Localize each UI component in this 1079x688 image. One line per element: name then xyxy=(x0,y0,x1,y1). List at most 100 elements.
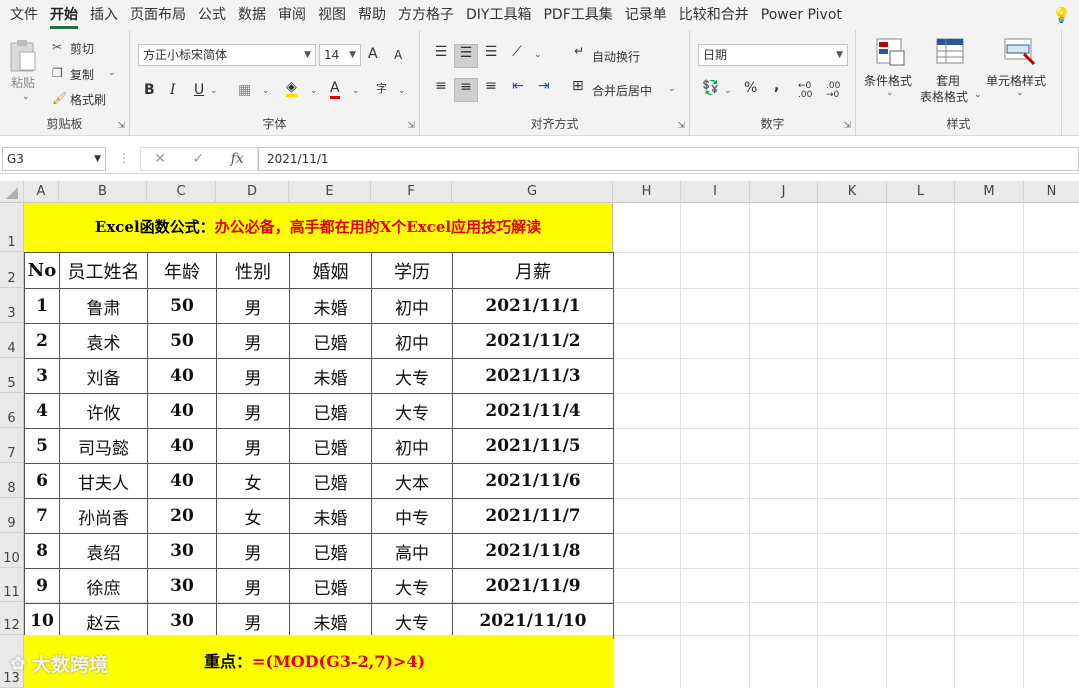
col-header-c[interactable]: C xyxy=(147,181,216,203)
col-header-k[interactable]: K xyxy=(818,181,887,203)
wrap-text-button[interactable]: 自动换行 xyxy=(592,48,640,65)
col-header-g[interactable]: G xyxy=(452,181,613,203)
cell-styles-button[interactable]: 单元格样式 xyxy=(986,72,1046,89)
menu-file[interactable]: 文件 xyxy=(4,0,44,30)
number-format-select[interactable]: 日期 ▼ xyxy=(698,44,848,66)
cell-styles-dropdown-icon[interactable]: ⌄ xyxy=(1016,88,1024,98)
align-center-icon[interactable]: ≡ xyxy=(454,78,478,102)
header-cell[interactable]: No xyxy=(24,252,60,289)
header-cell[interactable]: 年龄 xyxy=(147,252,217,289)
cell-marital[interactable]: 已婚 xyxy=(289,393,372,429)
cell-no[interactable]: 7 xyxy=(24,498,60,534)
cell-gender[interactable]: 女 xyxy=(216,498,290,534)
col-header-m[interactable]: M xyxy=(955,181,1024,203)
col-header-j[interactable]: J xyxy=(750,181,818,203)
decrease-indent-icon[interactable]: ⇤ xyxy=(512,78,524,94)
cell-gender[interactable]: 男 xyxy=(216,533,290,569)
cell-salary-date[interactable]: 2021/11/2 xyxy=(452,323,614,359)
header-cell[interactable]: 性别 xyxy=(216,252,290,289)
cell-styles-icon[interactable] xyxy=(1004,38,1036,69)
table-format-line1[interactable]: 套用 xyxy=(936,72,960,89)
cell-gender[interactable]: 女 xyxy=(216,463,290,499)
cell-education[interactable]: 初中 xyxy=(371,288,453,324)
cell-gender[interactable]: 男 xyxy=(216,288,290,324)
cell-age[interactable]: 40 xyxy=(147,393,217,429)
menu-pdf-tools[interactable]: PDF工具集 xyxy=(537,0,618,30)
cell-education[interactable]: 大专 xyxy=(371,603,453,639)
cell-gender[interactable]: 男 xyxy=(216,393,290,429)
align-bottom-icon[interactable]: ☰ xyxy=(480,44,502,66)
cell-name[interactable]: 袁术 xyxy=(59,323,148,359)
cell-no[interactable]: 1 xyxy=(24,288,60,324)
font-name-select[interactable]: 方正小标宋简体 ▼ xyxy=(138,44,316,66)
row-header-11[interactable]: 11 xyxy=(0,568,24,602)
format-painter-button[interactable]: 格式刷 xyxy=(70,91,106,108)
cell-age[interactable]: 40 xyxy=(147,428,217,464)
cell-salary-date[interactable]: 2021/11/9 xyxy=(452,568,614,604)
row-header-9[interactable]: 9 xyxy=(0,498,24,533)
header-cell[interactable]: 学历 xyxy=(371,252,453,289)
cell-name[interactable]: 鲁肃 xyxy=(59,288,148,324)
orientation-icon[interactable]: ⟋ xyxy=(512,44,522,60)
lightbulb-icon[interactable]: 💡 xyxy=(1052,6,1071,24)
cell-name[interactable]: 刘备 xyxy=(59,358,148,394)
menu-view[interactable]: 视图 xyxy=(312,0,352,30)
orientation-dropdown-icon[interactable]: ⌄ xyxy=(534,50,542,60)
align-top-icon[interactable]: ☰ xyxy=(430,44,452,66)
cell-gender[interactable]: 男 xyxy=(216,428,290,464)
cell-marital[interactable]: 未婚 xyxy=(289,358,372,394)
alignment-launcher-icon[interactable]: ⇲ xyxy=(677,121,685,131)
cell-education[interactable]: 高中 xyxy=(371,533,453,569)
menu-help[interactable]: 帮助 xyxy=(352,0,392,30)
conditional-format-icon[interactable] xyxy=(876,38,906,69)
underline-button[interactable]: U xyxy=(194,82,204,98)
accounting-dropdown-icon[interactable]: ⌄ xyxy=(724,86,732,96)
font-color-dropdown-icon[interactable]: ⌄ xyxy=(352,86,360,96)
cell-marital[interactable]: 未婚 xyxy=(289,603,372,639)
header-cell[interactable]: 月薪 xyxy=(452,252,614,289)
font-color-button[interactable]: A xyxy=(330,80,340,99)
cell-age[interactable]: 50 xyxy=(147,288,217,324)
cell-no[interactable]: 6 xyxy=(24,463,60,499)
select-all-corner[interactable] xyxy=(0,181,24,203)
phonetic-dropdown-icon[interactable]: ⌄ xyxy=(398,86,406,96)
formula-note-cell[interactable]: 重点：=(MOD(G3-2,7)>4) xyxy=(24,635,613,688)
grow-font-button[interactable]: A xyxy=(368,46,378,62)
insert-function-button[interactable]: fx xyxy=(231,151,244,167)
cell-marital[interactable]: 未婚 xyxy=(289,288,372,324)
cell-name[interactable]: 赵云 xyxy=(59,603,148,639)
col-header-f[interactable]: F xyxy=(371,181,452,203)
row-header-6[interactable]: 6 xyxy=(0,393,24,428)
cell-salary-date[interactable]: 2021/11/4 xyxy=(452,393,614,429)
menu-page-layout[interactable]: 页面布局 xyxy=(124,0,192,30)
menu-ffgz[interactable]: 方方格子 xyxy=(392,0,460,30)
cell-education[interactable]: 大专 xyxy=(371,393,453,429)
table-format-icon[interactable] xyxy=(936,38,966,69)
title-cell[interactable]: Excel函数公式：办公必备，高手都在用的X个Excel应用技巧解读 xyxy=(24,203,613,252)
cell-no[interactable]: 8 xyxy=(24,533,60,569)
cell-name[interactable]: 袁绍 xyxy=(59,533,148,569)
cell-gender[interactable]: 男 xyxy=(216,358,290,394)
cell-age[interactable]: 20 xyxy=(147,498,217,534)
cut-button[interactable]: 剪切 xyxy=(70,40,94,57)
row-header-10[interactable]: 10 xyxy=(0,533,24,568)
menu-power-pivot[interactable]: Power Pivot xyxy=(755,0,848,30)
align-right-icon[interactable]: ≡ xyxy=(480,78,502,100)
more-options-icon[interactable]: ⋮ xyxy=(118,151,130,165)
conditional-format-button[interactable]: 条件格式 xyxy=(864,72,912,89)
accounting-format-icon[interactable]: 💱 xyxy=(702,80,719,96)
cell-salary-date[interactable]: 2021/11/5 xyxy=(452,428,614,464)
bold-button[interactable]: B xyxy=(144,82,155,98)
col-header-h[interactable]: H xyxy=(613,181,681,203)
align-left-icon[interactable]: ≡ xyxy=(430,78,452,100)
cell-education[interactable]: 初中 xyxy=(371,428,453,464)
menu-insert[interactable]: 插入 xyxy=(84,0,124,30)
fill-color-icon[interactable]: ◈ xyxy=(286,80,297,97)
increase-indent-icon[interactable]: ⇥ xyxy=(538,78,550,94)
font-launcher-icon[interactable]: ⇲ xyxy=(407,121,415,131)
cell-age[interactable]: 30 xyxy=(147,603,217,639)
row-header-1[interactable]: 1 xyxy=(0,203,24,252)
cell-name[interactable]: 许攸 xyxy=(59,393,148,429)
cancel-icon[interactable]: ✕ xyxy=(154,151,166,167)
cell-education[interactable]: 中专 xyxy=(371,498,453,534)
